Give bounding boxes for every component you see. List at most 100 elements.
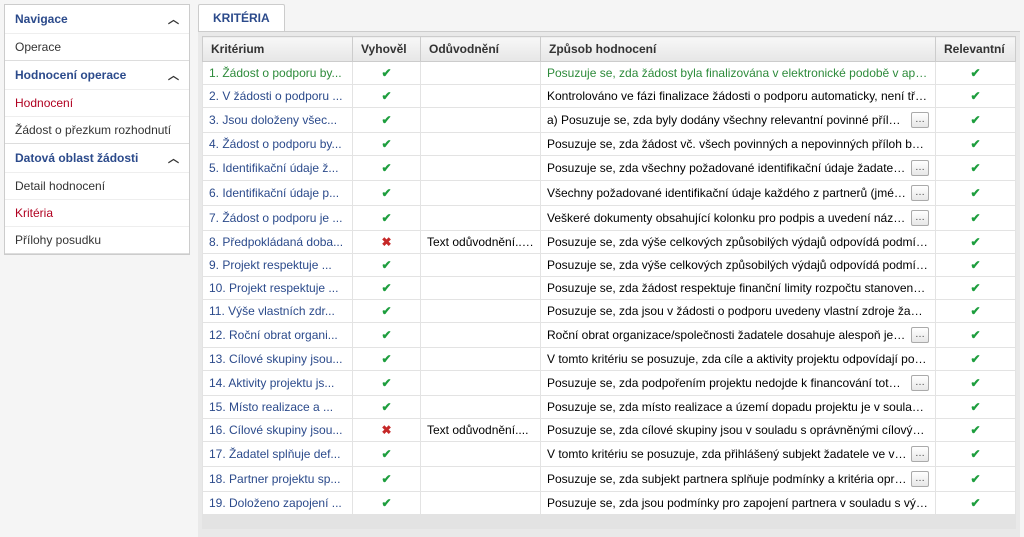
check-icon: ✔ — [942, 89, 1009, 103]
cell-kriterium[interactable]: 5. Identifikační údaje ž... — [203, 156, 353, 181]
table-row[interactable]: 14. Aktivity projektu js...✔Posuzuje se,… — [203, 371, 1016, 396]
cell-oduvodneni[interactable]: Text odůvodnění...... — [421, 231, 541, 254]
cell-kriterium[interactable]: 13. Cílové skupiny jsou... — [203, 348, 353, 371]
table-row[interactable]: 2. V žádosti o podporu ... ✔ Kontrolováno … — [203, 85, 1016, 108]
cell-vyhovel: ✔ — [353, 323, 421, 348]
cell-oduvodneni[interactable] — [421, 85, 541, 108]
col-kriterium[interactable]: Kritérium — [203, 37, 353, 62]
cell-vyhovel: ✔ — [353, 277, 421, 300]
zpusob-text: Kontrolováno ve fázi finalizace žádosti … — [547, 89, 929, 103]
sidebar-item-prezkum[interactable]: Žádost o přezkum rozhodnutí — [5, 116, 189, 143]
zpusob-text: V tomto kritériu se posuzuje, zda přihlá… — [547, 447, 907, 461]
more-button[interactable]: … — [911, 446, 929, 462]
cell-kriterium[interactable]: 14. Aktivity projektu js... — [203, 371, 353, 396]
cell-kriterium[interactable]: 4. Žádost o podporu by... — [203, 133, 353, 156]
more-button[interactable]: … — [911, 210, 929, 226]
cell-oduvodneni[interactable]: Text odůvodnění.... — [421, 419, 541, 442]
cell-kriterium[interactable]: 16. Cílové skupiny jsou... — [203, 419, 353, 442]
cell-oduvodneni[interactable] — [421, 108, 541, 133]
cell-zpusob: Posuzuje se, zda podpořením projektu ned… — [541, 371, 936, 396]
cell-kriterium[interactable]: 6. Identifikační údaje p... — [203, 181, 353, 206]
check-icon: ✔ — [942, 496, 1009, 510]
cell-kriterium[interactable]: 19. Doloženo zapojení ... — [203, 492, 353, 515]
cell-kriterium[interactable]: 18. Partner projektu sp... — [203, 467, 353, 492]
table-row[interactable]: 17. Žadatel splňuje def... ✔ V tomto krité… — [203, 442, 1016, 467]
table-row[interactable]: 9. Projekt respektuje ...✔Posuzuje se, z… — [203, 254, 1016, 277]
table-row[interactable]: 13. Cílové skupiny jsou...✔V tomto krité… — [203, 348, 1016, 371]
more-button[interactable]: … — [911, 375, 929, 391]
cell-oduvodneni[interactable] — [421, 442, 541, 467]
cell-kriterium[interactable]: 9. Projekt respektuje ... — [203, 254, 353, 277]
more-button[interactable]: … — [911, 160, 929, 176]
sidebar-item-detail[interactable]: Detail hodnocení — [5, 172, 189, 199]
cell-relevantni: ✔ — [936, 442, 1016, 467]
tab-kriteria[interactable]: KRITÉRIA — [198, 4, 285, 31]
cell-oduvodneni[interactable] — [421, 348, 541, 371]
col-zpusob[interactable]: Způsob hodnocení — [541, 37, 936, 62]
cell-oduvodneni[interactable] — [421, 492, 541, 515]
table-row[interactable]: 12. Roční obrat organi...✔Roční obrat or… — [203, 323, 1016, 348]
cell-oduvodneni[interactable] — [421, 206, 541, 231]
cell-oduvodneni[interactable] — [421, 277, 541, 300]
cell-kriterium[interactable]: 11. Výše vlastních zdr... — [203, 300, 353, 323]
more-button[interactable]: … — [911, 112, 929, 128]
sidebar-item-operace[interactable]: Operace — [5, 33, 189, 60]
cell-oduvodneni[interactable] — [421, 133, 541, 156]
table-row[interactable]: 5. Identifikační údaje ž...✔Posuzuje se,… — [203, 156, 1016, 181]
sidebar-item-prilohy[interactable]: Přílohy posudku — [5, 226, 189, 253]
table-row[interactable]: 4. Žádost o podporu by...✔Posuzuje se, z… — [203, 133, 1016, 156]
cell-oduvodneni[interactable] — [421, 467, 541, 492]
table-row[interactable]: 10. Projekt respektuje ...✔Posuzuje se, … — [203, 277, 1016, 300]
cell-relevantni: ✔ — [936, 419, 1016, 442]
more-button[interactable]: … — [911, 327, 929, 343]
zpusob-text: Posuzuje se, zda podpořením projektu ned… — [547, 376, 907, 390]
cell-oduvodneni[interactable] — [421, 181, 541, 206]
table-row[interactable]: 11. Výše vlastních zdr...✔Posuzuje se, z… — [203, 300, 1016, 323]
cell-vyhovel: ✔ — [353, 206, 421, 231]
table-row[interactable]: 1. Žádost o podporu by...✔Posuzuje se, z… — [203, 62, 1016, 85]
more-button[interactable]: … — [911, 185, 929, 201]
cell-oduvodneni[interactable] — [421, 156, 541, 181]
sidebar-item-kriteria[interactable]: Kritéria — [5, 199, 189, 226]
nav-header[interactable]: Navigace ︿ — [5, 5, 189, 33]
cell-kriterium[interactable]: 2. V žádosti o podporu ... — [203, 85, 353, 108]
check-icon: ✔ — [359, 447, 414, 461]
cell-kriterium[interactable]: 1. Žádost o podporu by... — [203, 62, 353, 85]
cross-icon: ✖ — [359, 235, 414, 249]
cell-kriterium[interactable]: 3. Jsou doloženy všec... — [203, 108, 353, 133]
table-row[interactable]: 8. Předpokládaná doba... ✖ Text odůvodnění… — [203, 231, 1016, 254]
cell-oduvodneni[interactable] — [421, 323, 541, 348]
cell-oduvodneni[interactable] — [421, 300, 541, 323]
col-oduvodneni[interactable]: Odůvodnění — [421, 37, 541, 62]
table-row[interactable]: 18. Partner projektu sp...✔Posuzuje se, … — [203, 467, 1016, 492]
cell-kriterium[interactable]: 7. Žádost o podporu je ... — [203, 206, 353, 231]
table-row[interactable]: 19. Doloženo zapojení ...✔Posuzuje se, z… — [203, 492, 1016, 515]
more-button[interactable]: … — [911, 471, 929, 487]
zpusob-text: Všechny požadované identifikační údaje k… — [547, 186, 907, 200]
table-row[interactable]: 3. Jsou doloženy všec...✔a) Posuzuje se,… — [203, 108, 1016, 133]
cell-kriterium[interactable]: 12. Roční obrat organi... — [203, 323, 353, 348]
cell-kriterium[interactable]: 17. Žadatel splňuje def... — [203, 442, 353, 467]
cell-vyhovel: ✔ — [353, 156, 421, 181]
cell-zpusob: Posuzuje se, zda žádost byla finalizován… — [541, 62, 936, 85]
cell-oduvodneni[interactable] — [421, 254, 541, 277]
col-relevantni[interactable]: Relevantní — [936, 37, 1016, 62]
check-icon: ✔ — [942, 472, 1009, 486]
datova-header[interactable]: Datová oblast žádosti ︿ — [5, 144, 189, 172]
cell-oduvodneni[interactable] — [421, 371, 541, 396]
col-vyhovel[interactable]: Vyhověl — [353, 37, 421, 62]
cell-relevantni: ✔ — [936, 254, 1016, 277]
table-row[interactable]: 15. Místo realizace a ...✔Posuzuje se, z… — [203, 396, 1016, 419]
check-icon: ✔ — [359, 258, 414, 272]
table-row[interactable]: 6. Identifikační údaje p...✔Všechny poža… — [203, 181, 1016, 206]
cell-kriterium[interactable]: 10. Projekt respektuje ... — [203, 277, 353, 300]
cell-kriterium[interactable]: 8. Předpokládaná doba... — [203, 231, 353, 254]
cell-kriterium[interactable]: 15. Místo realizace a ... — [203, 396, 353, 419]
cell-oduvodneni[interactable] — [421, 62, 541, 85]
cell-relevantni: ✔ — [936, 323, 1016, 348]
hodnoceni-header[interactable]: Hodnocení operace ︿ — [5, 61, 189, 89]
table-row[interactable]: 16. Cílové skupiny jsou...✖Text odůvodně… — [203, 419, 1016, 442]
table-row[interactable]: 7. Žádost o podporu je ...✔Veškeré dokum… — [203, 206, 1016, 231]
sidebar-item-hodnoceni[interactable]: Hodnocení — [5, 89, 189, 116]
cell-oduvodneni[interactable] — [421, 396, 541, 419]
